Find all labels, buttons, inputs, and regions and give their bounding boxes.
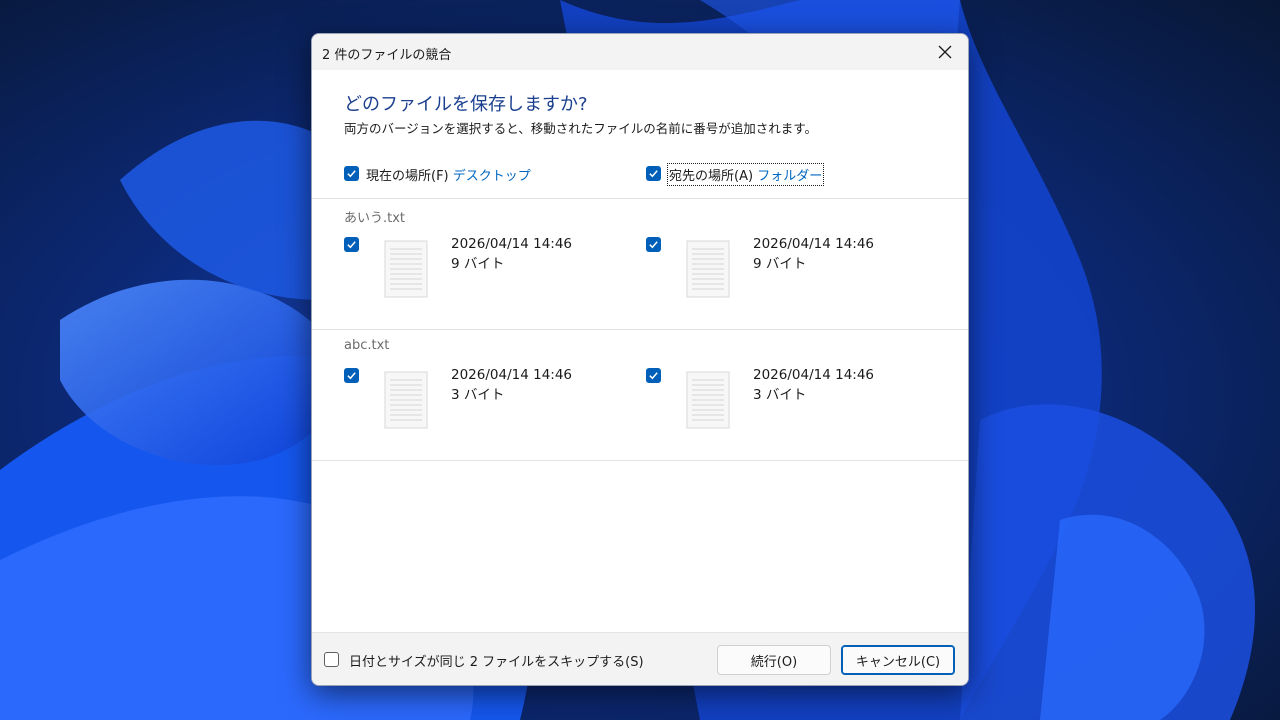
title-bar: 2 件のファイルの競合 [312,34,968,70]
source-column-label[interactable]: 現在の場所(F) デスクトップ [366,165,531,184]
file-date: 2026/04/14 14:46 [753,236,875,252]
divider [312,198,968,199]
file-destination-info[interactable]: 2026/04/14 14:46 3 バイト [753,365,874,405]
source-column-checkbox[interactable] [344,166,359,181]
check-icon [649,170,658,178]
continue-button[interactable]: 続行(O) [717,645,831,675]
text-file-icon [686,371,730,429]
file-source-info[interactable]: 2026/04/14 14:46 3 バイト [451,365,572,405]
file-date: 2026/04/14 14:46 [451,236,573,252]
file-name: あいう.txt [344,211,406,226]
skip-same-files-checkbox[interactable] [324,652,339,667]
file-size: 3 バイト [451,387,505,403]
source-location-link[interactable]: デスクトップ [453,169,531,184]
file-source-info[interactable]: 2026/04/14 14:46 9 バイト [451,234,572,274]
text-file-icon [686,240,730,298]
file-size: 9 バイト [451,256,505,272]
skip-same-files-label[interactable]: 日付とサイズが同じ 2 ファイルをスキップする(S) [349,651,644,670]
dialog-title: 2 件のファイルの競合 [322,48,452,63]
destination-column-checkbox[interactable] [646,166,661,181]
close-button[interactable] [922,34,968,70]
check-icon [347,241,356,249]
dialog-footer: 日付とサイズが同じ 2 ファイルをスキップする(S) 続行(O) キャンセル(C… [312,632,968,685]
text-file-icon [384,240,428,298]
file-destination-info[interactable]: 2026/04/14 14:46 9 バイト [753,234,874,274]
source-column-title: 現在の場所(F) [366,169,449,184]
destination-location-link[interactable]: フォルダー [757,169,822,184]
file-size: 9 バイト [753,256,807,272]
check-icon [649,241,658,249]
destination-column-label[interactable]: 宛先の場所(A) フォルダー [666,163,825,186]
dialog-description: 両方のバージョンを選択すると、移動されたファイルの名前に番号が追加されます。 [344,121,818,136]
dialog-heading: どのファイルを保存しますか? [344,94,588,115]
close-icon [938,45,952,59]
divider [312,460,968,461]
file-date: 2026/04/14 14:46 [451,367,573,383]
file-destination-checkbox[interactable] [646,368,661,383]
file-source-checkbox[interactable] [344,368,359,383]
check-icon [347,170,356,178]
cancel-button[interactable]: キャンセル(C) [841,645,955,675]
file-conflict-dialog: 2 件のファイルの競合 どのファイルを保存しますか? 両方のバージョンを選択する… [311,33,969,686]
file-size: 3 バイト [753,387,807,403]
destination-column-title: 宛先の場所(A) [669,169,754,184]
check-icon [347,372,356,380]
divider [312,329,968,330]
file-destination-checkbox[interactable] [646,237,661,252]
text-file-icon [384,371,428,429]
file-source-checkbox[interactable] [344,237,359,252]
file-name: abc.txt [344,338,390,353]
file-date: 2026/04/14 14:46 [753,367,875,383]
check-icon [649,372,658,380]
